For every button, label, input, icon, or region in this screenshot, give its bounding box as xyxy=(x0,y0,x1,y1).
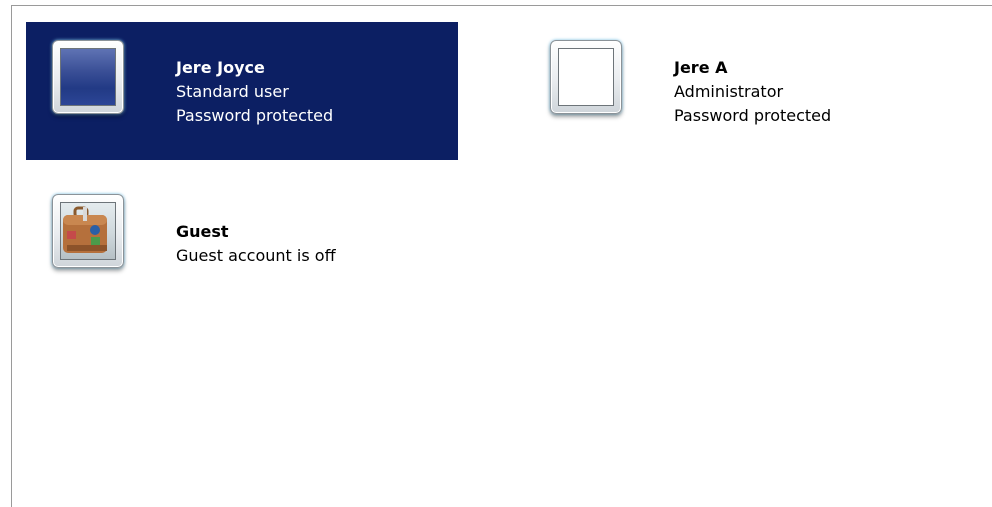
user-picture-frame xyxy=(52,40,124,114)
account-type: Standard user xyxy=(176,82,289,101)
account-status: Password protected xyxy=(674,106,832,125)
account-info: Guest Guest account is off xyxy=(176,220,336,268)
user-picture-frame xyxy=(52,194,124,268)
blank-picture xyxy=(558,48,614,106)
account-name: Guest xyxy=(176,222,229,241)
account-name: Jere A xyxy=(674,58,728,77)
account-name: Jere Joyce xyxy=(176,58,265,77)
account-type: Administrator xyxy=(674,82,784,101)
suitcase-icon xyxy=(63,206,107,253)
suitcase-picture xyxy=(60,202,116,260)
account-tile-guest[interactable]: Guest Guest account is off xyxy=(26,176,458,314)
account-tile-jere-joyce[interactable]: Jere Joyce Standard user Password protec… xyxy=(26,22,458,160)
blue-square-picture xyxy=(60,48,116,106)
account-info: Jere Joyce Standard user Password protec… xyxy=(176,56,333,128)
account-type: Guest account is off xyxy=(176,246,336,265)
account-info: Jere A Administrator Password protected xyxy=(674,56,831,128)
account-tile-jere-a[interactable]: Jere A Administrator Password protected xyxy=(524,22,956,160)
user-picture-frame xyxy=(550,40,622,114)
account-status: Password protected xyxy=(176,106,334,125)
